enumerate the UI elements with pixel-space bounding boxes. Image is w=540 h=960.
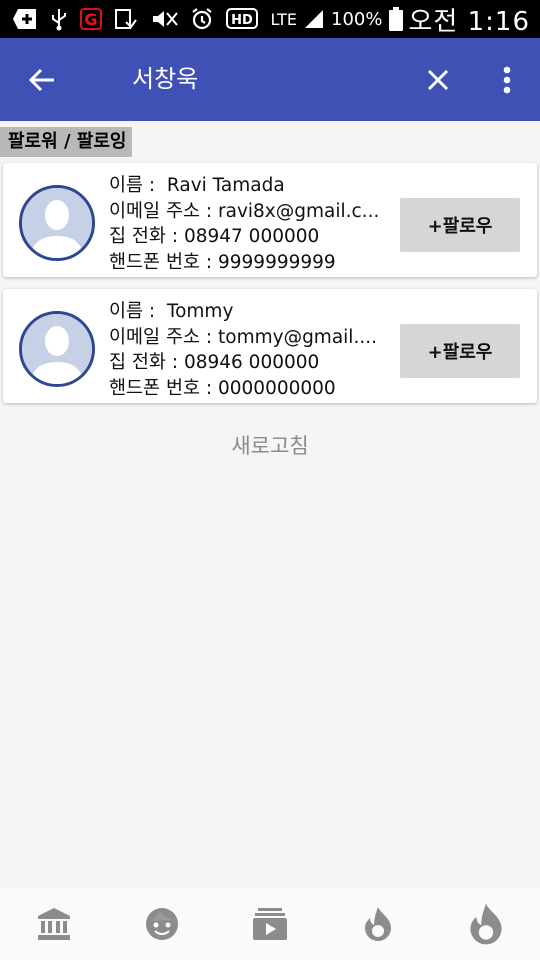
nav-item-flame-active[interactable]: [432, 888, 540, 960]
user-name: Ravi Tamada: [166, 175, 285, 196]
refresh-button[interactable]: 새로고침: [0, 430, 540, 460]
app-g-icon: G: [80, 7, 102, 31]
flame-icon: [365, 907, 391, 941]
home-phone-label: 집 전화 :: [109, 352, 179, 373]
email-label: 이메일 주소 :: [109, 200, 213, 222]
avatar: [19, 311, 95, 387]
follow-button[interactable]: +팔로우: [400, 324, 520, 378]
close-icon: [427, 69, 449, 91]
user-name: Tommy: [166, 301, 234, 322]
battery-icon: [388, 7, 403, 31]
user-info: 이름 : Tommy 이메일 주소 : tommy@gmail.... 집 전화…: [109, 299, 393, 401]
home-phone-label: 집 전화 :: [109, 226, 179, 247]
mobile-label: 핸드폰 번호 :: [109, 377, 213, 399]
overflow-menu-button[interactable]: [490, 60, 524, 100]
user-mobile: 0000000000: [218, 377, 336, 399]
mobile-row: 핸드폰 번호 : 0000000000: [109, 376, 393, 402]
media-icon: [253, 908, 287, 940]
close-button[interactable]: [418, 60, 458, 100]
user-home-phone: 08947 000000: [183, 226, 320, 247]
svg-text:G: G: [84, 10, 97, 29]
app-bar: 서창욱: [0, 38, 540, 121]
user-card[interactable]: 이름 : Ravi Tamada 이메일 주소 : ravi8x@gmail.c…: [3, 163, 537, 277]
more-vert-icon: [503, 66, 511, 94]
nav-item-face[interactable]: [108, 888, 216, 960]
user-email: ravi8x@gmail.c...: [218, 200, 380, 222]
user-home-phone: 08946 000000: [183, 352, 320, 373]
mobile-row: 핸드폰 번호 : 9999999999: [109, 250, 393, 276]
avatar: [19, 185, 95, 261]
network-type: LTE: [270, 9, 298, 29]
name-label: 이름 :: [109, 175, 156, 196]
nav-item-bank[interactable]: [0, 888, 108, 960]
face-icon: [146, 908, 178, 940]
screenshot-icon: [114, 7, 138, 31]
person-placeholder-icon: [22, 188, 92, 258]
mute-icon: [150, 7, 178, 31]
back-button[interactable]: [22, 60, 62, 100]
mobile-label: 핸드폰 번호 :: [109, 251, 213, 273]
flame-icon: [470, 903, 502, 945]
nav-item-media[interactable]: [216, 888, 324, 960]
alarm-icon: [190, 7, 214, 31]
section-label: 팔로워 / 팔로잉: [0, 127, 133, 157]
user-email: tommy@gmail....: [218, 326, 377, 348]
battery-percent: 100%: [331, 8, 383, 30]
home-phone-row: 집 전화 : 08946 000000: [109, 350, 393, 376]
home-phone-row: 집 전화 : 08947 000000: [109, 224, 393, 250]
email-row: 이메일 주소 : tommy@gmail....: [109, 325, 393, 351]
name-row: 이름 : Tommy: [109, 299, 393, 325]
user-info: 이름 : Ravi Tamada 이메일 주소 : ravi8x@gmail.c…: [109, 173, 393, 275]
nav-item-flame[interactable]: [324, 888, 432, 960]
follow-button[interactable]: +팔로우: [400, 198, 520, 252]
user-card[interactable]: 이름 : Tommy 이메일 주소 : tommy@gmail.... 집 전화…: [3, 289, 537, 403]
bank-icon: [38, 908, 70, 940]
name-label: 이름 :: [109, 301, 156, 322]
clock: 오전 1:16: [408, 6, 530, 37]
hd-icon: HD: [226, 7, 258, 31]
bottom-nav: [0, 888, 540, 960]
page-title: 서창욱: [132, 65, 199, 93]
hd-label: HD: [231, 13, 253, 28]
status-bar: G HD LTE 100% 오전 1:16: [0, 0, 540, 38]
user-mobile: 9999999999: [218, 251, 336, 273]
usb-icon: [50, 7, 68, 31]
name-row: 이름 : Ravi Tamada: [109, 173, 393, 199]
arrow-back-icon: [28, 68, 54, 92]
signal-icon: [303, 7, 325, 31]
email-row: 이메일 주소 : ravi8x@gmail.c...: [109, 199, 393, 225]
person-placeholder-icon: [22, 314, 92, 384]
add-notification-icon: [12, 7, 38, 31]
email-label: 이메일 주소 :: [109, 326, 213, 348]
